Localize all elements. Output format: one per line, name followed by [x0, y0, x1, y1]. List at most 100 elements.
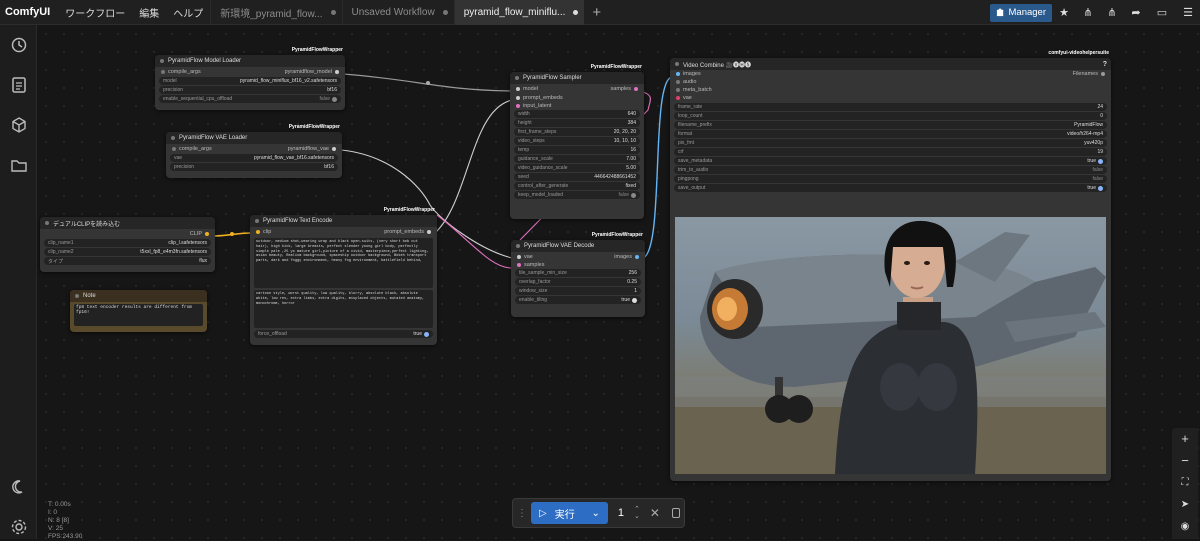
output-pyramidflow-vae[interactable]: pyramidflow_vae: [288, 146, 336, 152]
widget-precision[interactable]: precision bf16: [159, 86, 341, 94]
widget-pingpong[interactable]: pingpong false: [674, 175, 1107, 183]
widget-filename-prefix[interactable]: filename_prefix PyramidFlow: [674, 121, 1107, 129]
widget-seed[interactable]: seed 446642488661452: [514, 173, 640, 181]
output-filenames[interactable]: Filenames: [1073, 71, 1105, 77]
negative-prompt-textarea[interactable]: cartoon style, worst quality, low qualit…: [254, 290, 433, 328]
widget-vae[interactable]: vae pyramid_flow_vae_bf16.safetensors: [170, 154, 338, 162]
widget-window-size[interactable]: window_size 1: [515, 287, 641, 295]
node-vae-decode[interactable]: PyramidFlowWrapper PyramidFlow VAE Decod…: [511, 232, 645, 317]
output-clip[interactable]: CLIP: [190, 231, 209, 237]
widget-clip-name1[interactable]: clip_name1 clip_l.safetensors: [44, 239, 211, 247]
batch-count-input[interactable]: 1: [612, 507, 630, 519]
output-pin-icon[interactable]: [427, 229, 431, 234]
widget-temp[interactable]: temp 16: [514, 146, 640, 154]
positive-prompt-textarea[interactable]: outdoor, medium shot,wearing wrap and bl…: [254, 238, 433, 288]
node-model-loader[interactable]: PyramidFlowWrapper PyramidFlow Model Loa…: [155, 47, 345, 110]
widget-save-metadata[interactable]: save_metadata true: [674, 157, 1107, 165]
input-pin-icon[interactable]: [256, 229, 260, 234]
fit-view-icon[interactable]: ⛶: [1172, 472, 1198, 494]
widget-model[interactable]: model pyramid_flow_miniflux_bf16_v2.safet…: [159, 77, 341, 85]
widget-first-frame-steps[interactable]: first_frame_steps 20, 20, 20: [514, 128, 640, 136]
collapse-dot-icon[interactable]: [160, 59, 164, 63]
widget-guidance-scale[interactable]: guidance_scale 7.00: [514, 155, 640, 163]
widget-video-guidance-scale[interactable]: video_guidance_scale 5.00: [514, 164, 640, 172]
input-pin-icon[interactable]: [516, 86, 520, 91]
widget-width[interactable]: width 640: [514, 110, 640, 118]
widget-crf[interactable]: crf 19: [674, 148, 1107, 156]
cancel-icon[interactable]: ✕: [650, 506, 660, 520]
input-pin-icon[interactable]: [172, 146, 176, 151]
input-model[interactable]: model: [516, 86, 538, 92]
output-samples[interactable]: samples: [611, 86, 638, 92]
widget-type[interactable]: タイプ flux: [44, 257, 211, 265]
input-vae[interactable]: vae: [517, 254, 533, 260]
node-title-bar[interactable]: デュアルCLIPを読み込む: [40, 217, 215, 229]
output-pyramidflow-model[interactable]: pyramidflow_model: [285, 69, 339, 75]
output-pin-icon[interactable]: [205, 231, 209, 236]
output-pin-icon[interactable]: [335, 69, 339, 74]
widget-pix-fmt[interactable]: pix_fmt yuv420p: [674, 139, 1107, 147]
widget-keep-model-loaded[interactable]: keep_model_loaded false: [514, 191, 640, 199]
widget-control-after-generate[interactable]: control_after_generate fixed: [514, 182, 640, 190]
widget-enable-sequential-cpu-offload[interactable]: enable_sequential_cpu_offload false: [159, 95, 341, 103]
note-text[interactable]: fp8 text encoder results are different f…: [74, 304, 203, 326]
widget-video-steps[interactable]: video_steps 10, 10, 10: [514, 137, 640, 145]
node-title-bar[interactable]: PyramidFlow VAE Decode: [511, 240, 645, 252]
video-preview[interactable]: [675, 217, 1106, 474]
input-pin-icon[interactable]: [516, 95, 520, 100]
node-title-bar[interactable]: PyramidFlow Sampler: [510, 72, 644, 84]
widget-height[interactable]: height 384: [514, 119, 640, 127]
input-pin-icon[interactable]: [676, 72, 680, 76]
input-pin-icon[interactable]: [517, 254, 521, 259]
input-pin-icon[interactable]: [676, 80, 680, 84]
widget-format[interactable]: format video/h264-mp4: [674, 130, 1107, 138]
input-vae[interactable]: vae: [676, 95, 692, 101]
output-pin-icon[interactable]: [634, 86, 638, 91]
output-pin-icon[interactable]: [1101, 72, 1105, 76]
widget-overlap-factor[interactable]: overlap_factor 0.25: [515, 278, 641, 286]
queue-run-button[interactable]: ▷ 実行 ⌄: [531, 502, 608, 524]
chevron-down-icon[interactable]: ⌄: [591, 508, 599, 519]
input-pin-icon[interactable]: [676, 88, 680, 92]
widget-trim-to-audio[interactable]: trim_to_audio false: [674, 166, 1107, 174]
node-sampler[interactable]: PyramidFlowWrapper PyramidFlow Sampler m…: [510, 64, 644, 219]
node-text-encode[interactable]: PyramidFlowWrapper PyramidFlow Text Enco…: [250, 207, 437, 345]
widget-save-output[interactable]: save_output true: [674, 184, 1107, 192]
input-pin-icon[interactable]: [676, 96, 680, 100]
widget-force-offload[interactable]: force_offload true: [254, 330, 433, 338]
output-images[interactable]: images: [614, 254, 639, 260]
input-compile-args[interactable]: compile_args: [161, 69, 201, 75]
node-title-bar[interactable]: PyramidFlow VAE Loader: [166, 132, 342, 144]
widget-loop-count[interactable]: loop_count 0: [674, 112, 1107, 120]
zoom-in-icon[interactable]: +: [1172, 428, 1198, 450]
node-note[interactable]: Note fp8 text encoder results are differ…: [70, 290, 207, 332]
stop-icon[interactable]: [671, 508, 680, 518]
visibility-eye-icon[interactable]: ◉: [1172, 516, 1198, 538]
input-audio[interactable]: audio: [676, 79, 696, 85]
zoom-out-icon[interactable]: −: [1172, 450, 1198, 472]
widget-enable-tiling[interactable]: enable_tiling true: [515, 296, 641, 304]
collapse-dot-icon[interactable]: [675, 62, 679, 66]
collapse-dot-icon[interactable]: [515, 76, 519, 80]
input-samples[interactable]: samples: [517, 262, 544, 268]
node-title-bar[interactable]: PyramidFlow Model Loader: [155, 55, 345, 67]
node-title-bar[interactable]: Video Combine 🎥🅥🅗🅢?: [670, 58, 1111, 70]
select-mode-icon[interactable]: ➤: [1172, 494, 1198, 516]
input-pin-icon[interactable]: [517, 262, 521, 267]
drag-handle-icon[interactable]: ⋮: [517, 508, 527, 519]
output-prompt-embeds[interactable]: prompt_embeds: [384, 229, 431, 235]
widget-precision[interactable]: precision bf16: [170, 163, 338, 171]
stepper-icon[interactable]: ⌃ ⌄: [634, 506, 640, 520]
node-title-bar[interactable]: PyramidFlow Text Encode: [250, 215, 437, 227]
collapse-dot-icon[interactable]: [75, 294, 79, 298]
output-pin-icon[interactable]: [332, 146, 336, 151]
node-vae-loader[interactable]: PyramidFlowWrapper PyramidFlow VAE Loade…: [166, 124, 342, 178]
input-input-latent[interactable]: input_latent: [516, 103, 551, 109]
output-pin-icon[interactable]: [635, 254, 639, 259]
collapse-dot-icon[interactable]: [45, 221, 49, 225]
input-images[interactable]: images: [676, 71, 701, 77]
input-pin-icon[interactable]: [161, 69, 165, 74]
input-compile-args[interactable]: compile_args: [172, 146, 212, 152]
input-prompt-embeds[interactable]: prompt_embeds: [516, 95, 563, 101]
collapse-dot-icon[interactable]: [255, 219, 259, 223]
